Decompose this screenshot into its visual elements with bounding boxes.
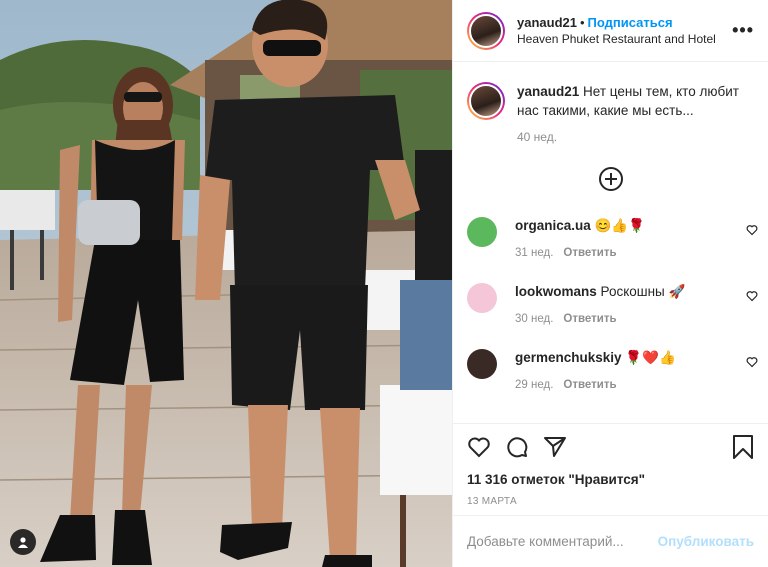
comment-text: Роскошны 🚀: [600, 284, 686, 299]
publish-button[interactable]: Опубликовать: [658, 534, 754, 549]
couple-photo-image: [0, 0, 452, 567]
add-comment-bar: Опубликовать: [453, 515, 768, 567]
comment-like-heart-icon[interactable]: [746, 223, 758, 241]
comment-input[interactable]: [467, 534, 658, 549]
comment-text: 😊👍🌹: [594, 218, 645, 233]
commenter-avatar[interactable]: [467, 217, 497, 247]
commenter-avatar[interactable]: [467, 349, 497, 379]
reply-button[interactable]: Ответить: [563, 313, 616, 325]
comment-time: 30 нед.: [515, 313, 554, 325]
caption-username[interactable]: yanaud21: [517, 84, 579, 99]
plus-circle-icon[interactable]: [598, 167, 623, 191]
comment-bubble-icon[interactable]: [505, 435, 529, 464]
reply-button[interactable]: Ответить: [563, 247, 616, 259]
caption-avatar[interactable]: [467, 82, 505, 120]
post-location[interactable]: Heaven Phuket Restaurant and Hotel: [517, 31, 732, 48]
more-icon[interactable]: •••: [732, 20, 754, 41]
comment-item: germenchukskiy 🌹❤️👍 29 нед. Ответить: [453, 345, 768, 411]
commenter-username[interactable]: organica.ua: [515, 218, 591, 233]
post-date: 13 МАРТА: [467, 496, 517, 507]
comment-like-heart-icon[interactable]: [746, 355, 758, 373]
comment-item: organica.ua 😊👍🌹 31 нед. Ответить: [453, 213, 768, 279]
post-caption: yanaud21 Нет цены тем, кто любит нас так…: [453, 62, 768, 147]
comment-text: 🌹❤️👍: [625, 350, 676, 365]
likes-count[interactable]: 11 316 отметок "Нравится": [467, 472, 754, 487]
tagged-users-icon[interactable]: [10, 529, 36, 555]
reply-button[interactable]: Ответить: [563, 379, 616, 391]
share-direct-icon[interactable]: [543, 435, 567, 464]
comment-time: 31 нед.: [515, 247, 554, 259]
author-avatar[interactable]: [467, 11, 505, 50]
post-sidebar: yanaud21 • Подписаться Heaven Phuket Resta…: [452, 0, 768, 567]
comment-time: 29 нед.: [515, 379, 554, 391]
follow-button[interactable]: Подписаться: [588, 15, 673, 30]
commenter-username[interactable]: germenchukskiy: [515, 350, 622, 365]
load-more-comments: [453, 167, 768, 191]
post-photo[interactable]: [0, 0, 452, 567]
comment-item: lookwomans Роскошны 🚀 30 нед. Ответить: [453, 279, 768, 345]
comments-list: organica.ua 😊👍🌹 31 нед. Ответить lookwoma…: [453, 213, 768, 411]
caption-time: 40 нед.: [517, 130, 558, 144]
like-heart-icon[interactable]: [467, 435, 491, 464]
caption-text-line: yanaud21 Нет цены тем, кто любит нас так…: [517, 82, 754, 120]
author-username[interactable]: yanaud21: [517, 15, 577, 30]
commenter-avatar[interactable]: [467, 283, 497, 313]
post-header: yanaud21 • Подписаться Heaven Phuket Resta…: [453, 0, 768, 62]
comment-like-heart-icon[interactable]: [746, 289, 758, 307]
bookmark-icon[interactable]: [732, 434, 754, 464]
instagram-post: yanaud21 • Подписаться Heaven Phuket Resta…: [0, 0, 768, 567]
separator-dot: •: [579, 14, 585, 30]
commenter-username[interactable]: lookwomans: [515, 284, 597, 299]
post-actions: 11 316 отметок "Нравится" 13 МАРТА: [453, 423, 768, 507]
